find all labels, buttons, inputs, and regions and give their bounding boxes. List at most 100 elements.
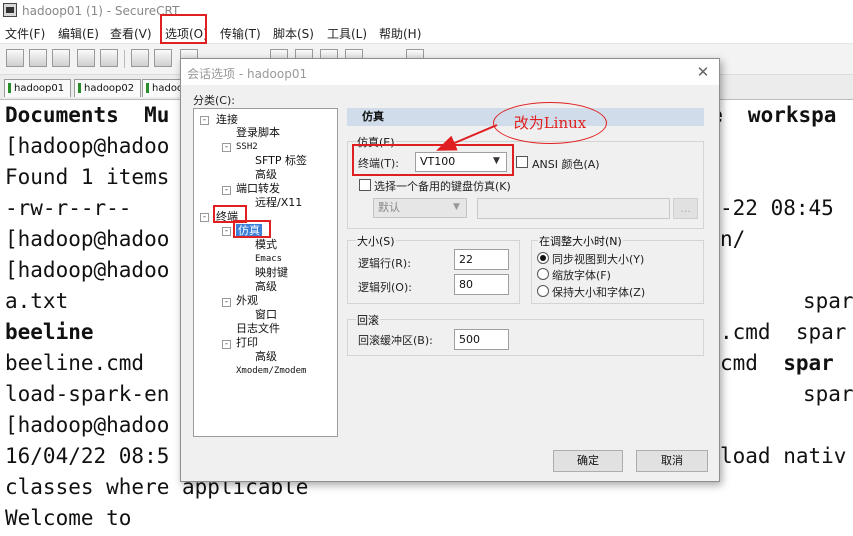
- alt-keyboard-path-field[interactable]: [477, 198, 670, 219]
- tree-item-appearance[interactable]: 外观: [236, 294, 258, 308]
- scrollback-buffer-label: 回滚缓冲区(B):: [358, 334, 433, 347]
- tree-item-modes[interactable]: 模式: [255, 238, 277, 252]
- connect-in-tab-icon[interactable]: [52, 49, 70, 67]
- tree-item-xmodem-zmodem[interactable]: Xmodem/Zmodem: [236, 364, 306, 378]
- tree-item-mapped-keys[interactable]: 映射键: [255, 266, 288, 280]
- quick-connect-icon[interactable]: [29, 49, 47, 67]
- resize-option-label: 同步视图到大小(Y): [552, 253, 645, 266]
- resize-option-label: 保持大小和字体(Z): [552, 286, 646, 299]
- options-menu-highlight: [160, 14, 207, 44]
- resize-option-label: 缩放字体(F): [552, 269, 611, 282]
- on-resize-group-title: 在调整大小时(N): [538, 233, 623, 249]
- tree-item-printing-advanced[interactable]: 高级: [255, 350, 277, 364]
- logical-cols-label: 逻辑列(O):: [358, 281, 412, 294]
- alt-keyboard-dropdown[interactable]: 默认 ▼: [373, 198, 467, 218]
- terminal-line: spar: [803, 289, 853, 313]
- terminal-line: load nativ: [720, 444, 847, 468]
- tree-item-sftp-tab[interactable]: SFTP 标签: [255, 154, 307, 168]
- menu-view[interactable]: 查看(V): [110, 25, 152, 42]
- tree-item-log-file[interactable]: 日志文件: [236, 322, 280, 336]
- paste-icon[interactable]: [154, 49, 172, 67]
- menu-help[interactable]: 帮助(H): [379, 25, 421, 42]
- tree-item-ssh2[interactable]: SSH2: [236, 140, 258, 154]
- session-tab-label: hadoop02: [84, 83, 135, 94]
- menu-bar: 文件(F) 编辑(E) 查看(V) 选项(O) 传输(T) 脚本(S) 工具(L…: [0, 22, 853, 44]
- logical-rows-field[interactable]: 22: [454, 249, 509, 270]
- menu-file[interactable]: 文件(F): [5, 25, 45, 42]
- terminal-line: beeline.cmd: [5, 351, 145, 375]
- collapse-icon[interactable]: -: [222, 298, 231, 307]
- cancel-button[interactable]: 取消: [636, 450, 708, 472]
- close-icon[interactable]: ✕: [693, 62, 713, 82]
- ansi-color-label: ANSI 颜色(A): [532, 158, 600, 171]
- terminal-line: [hadoop@hadoo: [5, 134, 170, 158]
- terminal-line: spar: [803, 382, 853, 406]
- browse-button[interactable]: ...: [673, 198, 698, 219]
- alt-keyboard-label: 选择一个备用的键盘仿真(K): [374, 180, 511, 193]
- copy-icon[interactable]: [131, 49, 149, 67]
- menu-script[interactable]: 脚本(S): [273, 25, 314, 42]
- tree-item-port-forwarding[interactable]: 端口转发: [236, 182, 280, 196]
- collapse-icon[interactable]: -: [200, 213, 209, 222]
- terminal-line: [hadoop@hadoo: [5, 227, 170, 251]
- category-label: 分类(C):: [193, 94, 235, 107]
- reconnect-icon[interactable]: [77, 49, 95, 67]
- terminal-line: Welcome to: [5, 506, 132, 530]
- menu-transfer[interactable]: 传输(T): [220, 25, 261, 42]
- terminal-line: e workspa: [710, 103, 837, 127]
- collapse-icon[interactable]: -: [222, 227, 231, 236]
- category-tree[interactable]: - 连接 登录脚本 - SSH2 SFTP 标签 高级 - 端口转发 远程/X1…: [193, 108, 338, 437]
- terminal-type-highlight: [352, 144, 514, 176]
- collapse-icon[interactable]: -: [200, 116, 209, 125]
- tree-item-logon-scripts[interactable]: 登录脚本: [236, 126, 280, 140]
- disconnect-icon[interactable]: [100, 49, 118, 67]
- window-title: hadoop01 (1) - SecureCRT: [22, 4, 180, 18]
- terminal-line: n/: [720, 227, 746, 251]
- terminal-line: a.txt: [5, 289, 69, 313]
- tree-item-ssh2-advanced[interactable]: 高级: [255, 168, 277, 182]
- terminal-line: load-spark-en: [5, 382, 170, 406]
- securecrt-app-icon[interactable]: [3, 3, 17, 17]
- collapse-icon[interactable]: -: [222, 186, 231, 195]
- ansi-color-checkbox[interactable]: [516, 156, 528, 168]
- menu-edit[interactable]: 编辑(E): [58, 25, 99, 42]
- tree-item-emulation-advanced[interactable]: 高级: [255, 280, 277, 294]
- tree-item-printing[interactable]: 打印: [236, 336, 258, 350]
- session-tab-label: hadoo: [152, 83, 184, 94]
- dialog-title-bar: 会话选项 - hadoop01 ✕: [181, 59, 719, 85]
- logical-rows-label: 逻辑行(R):: [358, 257, 411, 270]
- size-group-title: 大小(S): [356, 233, 396, 249]
- toolbar-separator: [124, 50, 125, 68]
- collapse-icon[interactable]: -: [222, 143, 231, 152]
- terminal-line: -22 08:45: [720, 196, 834, 220]
- terminal-line: 16/04/22 08:5: [5, 444, 170, 468]
- tree-item-emacs[interactable]: Emacs: [255, 252, 282, 266]
- terminal-line: Found 1 items: [5, 165, 170, 189]
- tree-item-window[interactable]: 窗口: [255, 308, 277, 322]
- terminal-line: cmd spar: [720, 351, 834, 375]
- alt-keyboard-checkbox[interactable]: [359, 179, 371, 191]
- tree-item-connection[interactable]: 连接: [216, 113, 238, 127]
- collapse-icon[interactable]: -: [222, 340, 231, 349]
- session-tab[interactable]: hadoop01: [4, 79, 72, 97]
- scrollback-buffer-field[interactable]: 500: [454, 329, 509, 350]
- session-tab[interactable]: hadoop02: [74, 79, 142, 97]
- terminal-line: .cmd spar: [720, 320, 847, 344]
- tree-item-remote-x11[interactable]: 远程/X11: [255, 196, 302, 210]
- menu-tools[interactable]: 工具(L): [327, 25, 367, 42]
- title-bar: hadoop01 (1) - SecureCRT: [0, 0, 853, 22]
- session-tab-label: hadoop01: [14, 83, 65, 94]
- terminal-line: [hadoop@hadoo: [5, 413, 170, 437]
- dialog-title: 会话选项 - hadoop01: [187, 67, 308, 81]
- chevron-down-icon: ▼: [453, 202, 460, 212]
- scrollback-group-title: 回滚: [356, 312, 380, 328]
- resize-option-radio[interactable]: [537, 268, 549, 280]
- terminal-line: beeline: [5, 320, 94, 344]
- ok-button[interactable]: 确定: [553, 450, 623, 472]
- emulation-highlight: [233, 220, 271, 238]
- connect-icon[interactable]: [6, 49, 24, 67]
- resize-option-radio[interactable]: [537, 285, 549, 297]
- logical-cols-field[interactable]: 80: [454, 274, 509, 295]
- resize-option-radio[interactable]: [537, 252, 549, 264]
- session-options-dialog: 会话选项 - hadoop01 ✕ 分类(C): - 连接 登录脚本 - SSH…: [180, 58, 720, 482]
